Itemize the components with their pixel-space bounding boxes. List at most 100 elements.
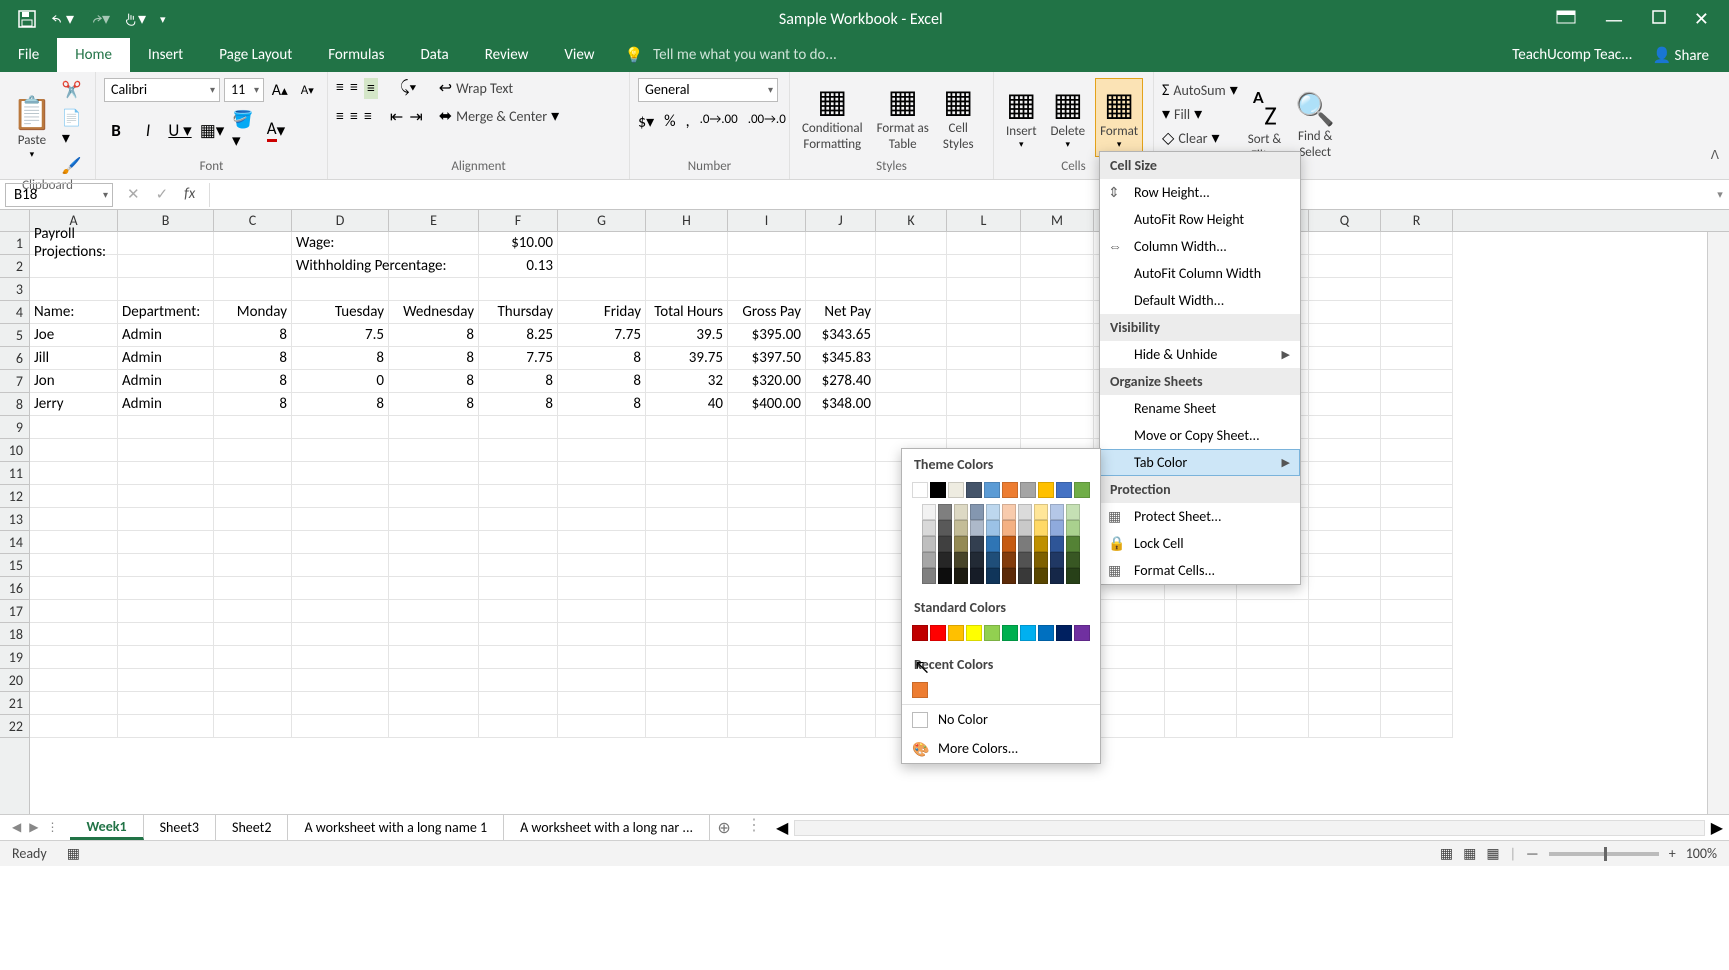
cell[interactable]	[728, 232, 806, 255]
color-swatch[interactable]	[1038, 625, 1054, 641]
cell[interactable]	[389, 278, 479, 301]
cell[interactable]	[1309, 324, 1381, 347]
cell[interactable]: Withholding Percentage:	[292, 255, 389, 278]
sheet-tab[interactable]: Sheet2	[216, 815, 288, 840]
tab-formulas[interactable]: Formulas	[310, 38, 402, 72]
underline-button[interactable]: U ▾	[168, 118, 192, 142]
align-middle-icon[interactable]: ≡	[350, 78, 358, 99]
cell[interactable]	[1165, 669, 1237, 692]
menu-rename-sheet[interactable]: Rename Sheet	[1100, 395, 1300, 422]
column-header[interactable]: K	[876, 210, 947, 232]
cell[interactable]: Admin	[118, 393, 214, 416]
cell[interactable]	[389, 623, 479, 646]
cell[interactable]	[806, 416, 876, 439]
column-header[interactable]: E	[389, 210, 479, 232]
cell[interactable]: Jerry	[30, 393, 118, 416]
menu-autofit-row[interactable]: AutoFit Row Height	[1100, 206, 1300, 233]
insert-cells-button[interactable]: ▦Insert▾	[1002, 78, 1041, 157]
cell[interactable]	[118, 485, 214, 508]
cell[interactable]	[876, 370, 947, 393]
cell[interactable]	[1237, 669, 1309, 692]
cell[interactable]	[1309, 669, 1381, 692]
column-header[interactable]: M	[1021, 210, 1094, 232]
cell[interactable]	[30, 485, 118, 508]
row-header[interactable]: 18	[0, 623, 30, 646]
cell[interactable]	[389, 485, 479, 508]
cell[interactable]: $278.40	[806, 370, 876, 393]
cell[interactable]	[1309, 416, 1381, 439]
cell[interactable]	[876, 278, 947, 301]
cell[interactable]	[1094, 715, 1165, 738]
row-header[interactable]: 16	[0, 577, 30, 600]
row-header[interactable]: 13	[0, 508, 30, 531]
cell[interactable]	[806, 255, 876, 278]
ribbon-display-options-icon[interactable]	[1556, 10, 1576, 29]
page-break-view-icon[interactable]: ▦	[1486, 845, 1499, 862]
row-header[interactable]: 12	[0, 485, 30, 508]
color-swatch[interactable]	[922, 552, 936, 568]
cell[interactable]	[1021, 370, 1094, 393]
cell[interactable]	[1309, 232, 1381, 255]
cell[interactable]	[806, 669, 876, 692]
cell[interactable]	[214, 577, 292, 600]
cell[interactable]	[646, 623, 728, 646]
cell[interactable]	[558, 278, 646, 301]
cell[interactable]	[1165, 692, 1237, 715]
row-header[interactable]: 17	[0, 600, 30, 623]
cell[interactable]	[118, 462, 214, 485]
cell[interactable]	[1237, 623, 1309, 646]
column-header[interactable]: D	[292, 210, 389, 232]
menu-lock-cell[interactable]: 🔒Lock Cell	[1100, 530, 1300, 557]
row-header[interactable]: 3	[0, 278, 30, 301]
cell[interactable]	[479, 646, 558, 669]
cell[interactable]: 8	[389, 324, 479, 347]
color-swatch[interactable]	[1002, 520, 1016, 536]
cell[interactable]	[118, 255, 214, 278]
cell[interactable]	[1309, 347, 1381, 370]
cell[interactable]	[214, 715, 292, 738]
name-box[interactable]: B18▾	[5, 183, 113, 207]
fx-icon[interactable]: fx	[184, 185, 195, 204]
cell[interactable]	[389, 554, 479, 577]
cell[interactable]: 8	[389, 347, 479, 370]
cell[interactable]	[646, 416, 728, 439]
cell[interactable]	[292, 646, 389, 669]
cell[interactable]	[214, 232, 292, 255]
cell[interactable]	[30, 692, 118, 715]
cell[interactable]	[118, 439, 214, 462]
cell[interactable]	[389, 646, 479, 669]
color-swatch[interactable]	[1002, 568, 1016, 584]
cell[interactable]: 7.5	[292, 324, 389, 347]
cell[interactable]	[876, 301, 947, 324]
merge-center-button[interactable]: ⬌Merge & Center ▾	[439, 106, 559, 126]
cell[interactable]	[292, 508, 389, 531]
formula-input[interactable]	[209, 183, 1711, 207]
cell[interactable]	[1381, 255, 1453, 278]
sheet-nav-prev-icon[interactable]: ◀	[12, 820, 21, 835]
cell[interactable]: 8	[292, 347, 389, 370]
column-header[interactable]: L	[947, 210, 1021, 232]
cell[interactable]	[558, 600, 646, 623]
cell[interactable]	[728, 600, 806, 623]
cell[interactable]	[1309, 485, 1381, 508]
cell[interactable]	[646, 255, 728, 278]
color-swatch[interactable]	[1034, 520, 1048, 536]
cell[interactable]	[1309, 370, 1381, 393]
cell[interactable]	[558, 508, 646, 531]
format-cells-button[interactable]: ▦Format▾	[1095, 78, 1143, 157]
color-swatch[interactable]	[912, 482, 928, 498]
cell[interactable]	[292, 577, 389, 600]
cell[interactable]	[118, 715, 214, 738]
clear-button[interactable]: ◇Clear ▾	[1162, 128, 1238, 148]
color-swatch[interactable]	[954, 536, 968, 552]
cell[interactable]	[728, 577, 806, 600]
undo-icon[interactable]: ▾	[52, 8, 74, 30]
cell[interactable]: 8	[214, 347, 292, 370]
row-header[interactable]: 19	[0, 646, 30, 669]
color-swatch[interactable]	[938, 504, 952, 520]
cell[interactable]	[1309, 393, 1381, 416]
cell[interactable]	[558, 554, 646, 577]
orientation-icon[interactable]: ⤹▾	[400, 78, 416, 99]
cell[interactable]	[1381, 669, 1453, 692]
cell[interactable]	[728, 554, 806, 577]
